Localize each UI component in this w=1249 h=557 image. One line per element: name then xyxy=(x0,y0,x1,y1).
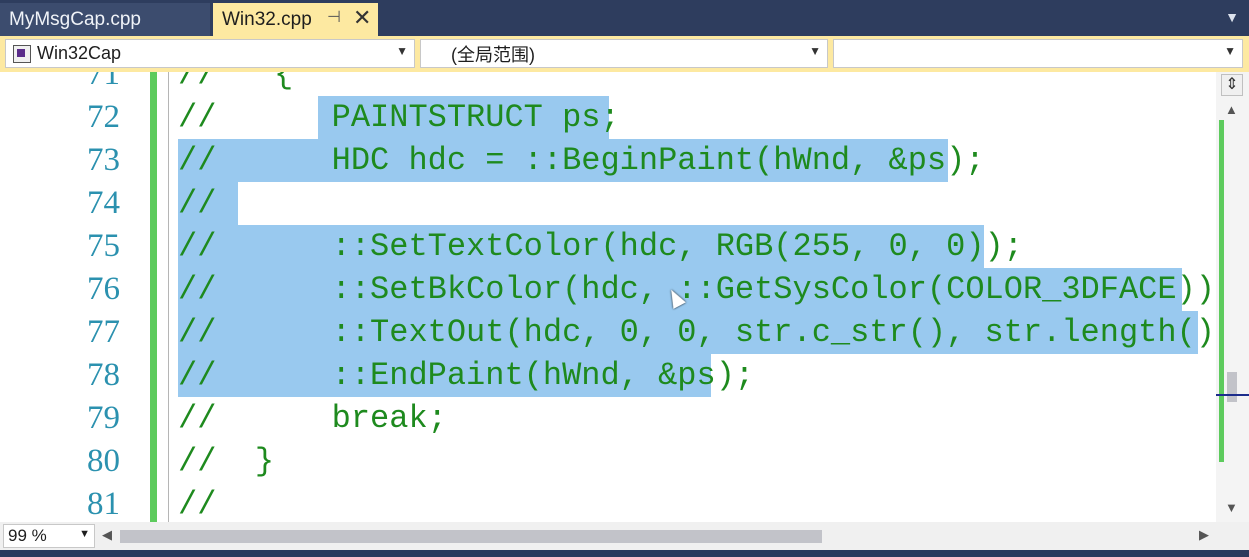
line-number: 77 xyxy=(87,314,120,350)
code-line[interactable]: 74 // xyxy=(0,182,1216,225)
code-line[interactable]: 77 // ::TextOut(hdc, 0, 0, str.c_str(), s… xyxy=(0,311,1216,354)
scroll-left-icon[interactable]: ◀ xyxy=(102,527,112,543)
zoom-value: 99 % xyxy=(8,526,47,545)
code-line[interactable]: 76 // ::SetBkColor(hdc, ::GetSysColor(COL… xyxy=(0,268,1216,311)
code-text: // { xyxy=(178,72,294,93)
tab-mymsgcap[interactable]: MyMsgCap.cpp xyxy=(0,3,210,36)
scope-dropdown[interactable]: (全局范围) ▼ xyxy=(420,39,828,68)
line-number: 71 xyxy=(87,72,120,92)
chevron-down-icon: ▼ xyxy=(396,44,408,58)
code-line[interactable]: 80 // } xyxy=(0,440,1216,483)
line-number: 81 xyxy=(87,486,120,522)
scroll-down-icon[interactable]: ▼ xyxy=(1225,500,1238,515)
tab-mymsgcap-label: MyMsgCap.cpp xyxy=(9,8,141,30)
code-line[interactable]: 75 // ::SetTextColor(hdc, RGB(255, 0, 0))… xyxy=(0,225,1216,268)
chevron-down-icon: ▼ xyxy=(1224,44,1236,58)
pin-icon[interactable]: ⊣ xyxy=(327,7,341,27)
code-text: // } xyxy=(178,443,275,480)
code-text: // break; xyxy=(178,400,447,437)
project-icon xyxy=(13,44,31,63)
code-text: // ::SetTextColor(hdc, RGB(255, 0, 0)); xyxy=(178,228,1023,265)
line-number: 78 xyxy=(87,357,120,393)
line-number: 75 xyxy=(87,228,120,264)
close-icon[interactable]: ✕ xyxy=(353,5,371,31)
zoom-dropdown[interactable]: 99 % ▼ xyxy=(3,524,95,548)
window-bottom-edge xyxy=(0,550,1249,557)
document-tab-bar: MyMsgCap.cpp Win32.cpp ⊣ ✕ ▼ xyxy=(0,0,1249,36)
code-text: // HDC hdc = ::BeginPaint(hWnd, &ps); xyxy=(178,142,985,179)
line-number: 74 xyxy=(87,185,120,221)
code-text: // xyxy=(178,486,217,522)
code-text: // PAINTSTRUCT ps; xyxy=(178,99,620,136)
line-number: 79 xyxy=(87,400,120,436)
code-line[interactable]: 78 // ::EndPaint(hWnd, &ps); xyxy=(0,354,1216,397)
code-text: // ::TextOut(hdc, 0, 0, str.c_str(), str… xyxy=(178,314,1216,351)
vertical-scroll-thumb[interactable] xyxy=(1227,372,1237,402)
project-dropdown[interactable]: Win32Cap ▼ xyxy=(5,39,415,68)
project-dropdown-value: Win32Cap xyxy=(37,43,122,63)
line-number: 73 xyxy=(87,142,120,178)
member-dropdown[interactable]: ▼ xyxy=(833,39,1243,68)
tab-win32[interactable]: Win32.cpp ⊣ ✕ xyxy=(213,3,378,36)
line-number: 80 xyxy=(87,443,120,479)
chevron-down-icon: ▼ xyxy=(809,44,821,58)
horizontal-scroll-thumb[interactable] xyxy=(120,530,822,543)
chevron-down-icon[interactable]: ▼ xyxy=(1225,9,1239,25)
vertical-scrollbar[interactable]: ⇕ ▲ ▼ xyxy=(1216,72,1249,522)
line-number: 72 xyxy=(87,99,120,135)
code-editor[interactable]: 71 // { 72 // PAINTSTRUCT ps; 73 // HDC hdc =… xyxy=(0,72,1216,522)
scrollbar-change-marker xyxy=(1219,120,1224,462)
code-text: // ::EndPaint(hWnd, &ps); xyxy=(178,357,755,394)
line-number: 76 xyxy=(87,271,120,307)
code-text: // ::SetBkColor(hdc, ::GetSysColor(COLOR… xyxy=(178,271,1216,308)
split-view-icon[interactable]: ⇕ xyxy=(1221,74,1243,96)
code-line[interactable]: 79 // break; xyxy=(0,397,1216,440)
tab-win32-label: Win32.cpp xyxy=(222,8,312,30)
code-line[interactable]: 73 // HDC hdc = ::BeginPaint(hWnd, &ps); xyxy=(0,139,1216,182)
code-line[interactable]: 72 // PAINTSTRUCT ps; xyxy=(0,96,1216,139)
code-text: // xyxy=(178,185,217,222)
chevron-down-icon: ▼ xyxy=(79,528,90,540)
code-line[interactable]: 71 // { xyxy=(0,72,1216,96)
scroll-up-icon[interactable]: ▲ xyxy=(1225,102,1238,117)
editor-bottom-bar: 99 % ▼ ◀ ▶ xyxy=(0,522,1249,550)
navigation-bar: Win32Cap ▼ (全局范围) ▼ ▼ xyxy=(0,36,1249,72)
scope-dropdown-value: (全局范围) xyxy=(451,44,535,65)
code-line[interactable]: 81 // xyxy=(0,483,1216,522)
scroll-right-icon[interactable]: ▶ xyxy=(1199,527,1209,543)
scrollbar-caret-marker xyxy=(1216,394,1249,396)
